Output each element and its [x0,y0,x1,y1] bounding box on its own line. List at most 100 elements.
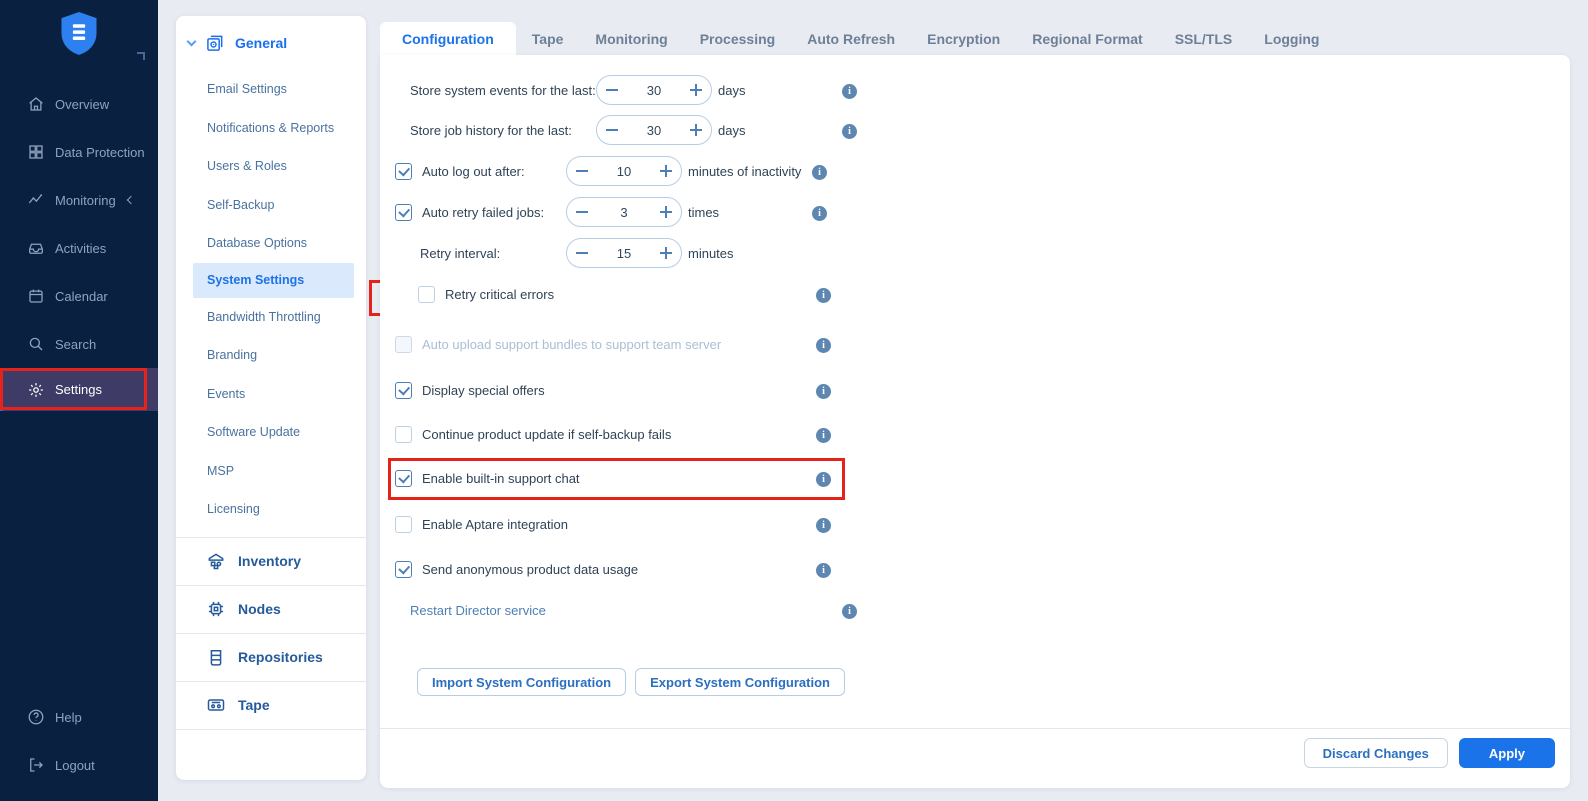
increment-button[interactable] [681,76,711,104]
chevron-left-icon[interactable] [126,196,134,204]
subnav-item-email-settings[interactable]: Email Settings [176,70,366,109]
sidebar-item-help[interactable]: Help [0,693,158,741]
subnav-item-bandwidth-throttling[interactable]: Bandwidth Throttling [176,298,366,337]
subnav-item-system-settings[interactable]: System Settings [193,263,354,298]
sidebar-item-label: Calendar [55,289,108,304]
tab-logging[interactable]: Logging [1248,22,1335,55]
increment-button[interactable] [651,239,681,267]
subnav-item-branding[interactable]: Branding [176,336,366,375]
row-display-special-offers: Display special offers [395,375,1230,405]
subnav-item-self-backup[interactable]: Self-Backup [176,186,366,225]
sidebar-item-data-protection[interactable]: Data Protection [0,128,158,176]
stepper-value[interactable]: 30 [627,83,681,98]
export-config-button[interactable]: Export System Configuration [635,668,845,696]
subnav-item-users-roles[interactable]: Users & Roles [176,147,366,186]
sidebar-item-calendar[interactable]: Calendar [0,272,158,320]
tab-auto-refresh[interactable]: Auto Refresh [791,22,911,55]
auto-retry-stepper[interactable]: 3 [566,197,682,227]
tab-ssl-tls[interactable]: SSL/TLS [1159,22,1249,55]
decrement-button[interactable] [567,239,597,267]
sidebar-item-monitoring[interactable]: Monitoring [0,176,158,224]
info-icon[interactable] [816,563,831,578]
subnav-item-msp[interactable]: MSP [176,452,366,491]
row-enable-support-chat: Enable built-in support chat [395,463,1230,493]
restart-director-link[interactable]: Restart Director service [410,603,546,618]
row-enable-aptare: Enable Aptare integration [395,509,1230,539]
increment-button[interactable] [681,116,711,144]
stepper-value[interactable]: 30 [627,123,681,138]
subnav-section-general[interactable]: General [176,16,366,56]
decrement-button[interactable] [597,76,627,104]
sidebar-collapse-icon[interactable] [137,52,145,60]
store-events-stepper[interactable]: 30 [596,75,712,105]
apply-button[interactable]: Apply [1459,738,1555,768]
subnav-section-tape[interactable]: Tape [176,681,366,729]
subnav-section-inventory[interactable]: Inventory [176,537,366,585]
increment-button[interactable] [651,198,681,226]
tab-tape[interactable]: Tape [516,22,580,55]
auto-logout-checkbox[interactable] [395,163,412,180]
sidebar-item-logout[interactable]: Logout [0,741,158,789]
subnav-section-label: Nodes [238,601,281,617]
sidebar-item-label: Settings [55,382,102,397]
info-icon[interactable] [816,338,831,353]
unit-label: minutes [688,246,734,261]
anonymous-data-checkbox[interactable] [395,561,412,578]
retry-critical-checkbox[interactable] [418,286,435,303]
info-icon[interactable] [812,165,827,180]
continue-update-checkbox[interactable] [395,426,412,443]
inventory-icon [206,551,238,571]
stepper-value[interactable]: 15 [597,246,651,261]
subnav-section-label: General [235,35,287,51]
field-label: Enable built-in support chat [422,471,580,486]
field-label: Store system events for the last: [410,83,596,98]
sidebar-item-activities[interactable]: Activities [0,224,158,272]
discard-changes-button[interactable]: Discard Changes [1304,738,1448,768]
subnav-section-repositories[interactable]: Repositories [176,633,366,681]
settings-tab-bar: Configuration Tape Monitoring Processing… [380,22,1335,55]
info-icon[interactable] [842,84,857,99]
info-icon[interactable] [842,124,857,139]
special-offers-checkbox[interactable] [395,382,412,399]
info-icon[interactable] [816,428,831,443]
tab-configuration[interactable]: Configuration [380,22,516,55]
tab-processing[interactable]: Processing [684,22,791,55]
gear-icon [27,381,45,399]
retry-interval-stepper[interactable]: 15 [566,238,682,268]
job-history-stepper[interactable]: 30 [596,115,712,145]
info-icon[interactable] [816,288,831,303]
app-logo[interactable] [0,10,158,61]
subnav-item-database-options[interactable]: Database Options [176,224,366,263]
stepper-value[interactable]: 10 [597,164,651,179]
info-icon[interactable] [812,206,827,221]
info-icon[interactable] [816,472,831,487]
info-icon[interactable] [816,384,831,399]
auto-logout-stepper[interactable]: 10 [566,156,682,186]
info-icon[interactable] [842,604,857,619]
sidebar-item-settings[interactable]: Settings [0,368,158,411]
support-chat-checkbox[interactable] [395,470,412,487]
sidebar-item-overview[interactable]: Overview [0,80,158,128]
tab-regional-format[interactable]: Regional Format [1016,22,1158,55]
subnav-item-licensing[interactable]: Licensing [176,490,366,529]
decrement-button[interactable] [567,157,597,185]
tab-monitoring[interactable]: Monitoring [579,22,683,55]
row-retry-critical-errors: Retry critical errors [418,279,1230,309]
increment-button[interactable] [651,157,681,185]
import-config-button[interactable]: Import System Configuration [417,668,626,696]
subnav-item-notifications-reports[interactable]: Notifications & Reports [176,109,366,148]
decrement-button[interactable] [567,198,597,226]
stepper-value[interactable]: 3 [597,205,651,220]
subnav-item-software-update[interactable]: Software Update [176,413,366,452]
auto-retry-checkbox[interactable] [395,204,412,221]
tab-encryption[interactable]: Encryption [911,22,1016,55]
subnav-item-events[interactable]: Events [176,375,366,414]
aptare-checkbox[interactable] [395,516,412,533]
subnav-section-nodes[interactable]: Nodes [176,585,366,633]
configuration-panel: Store system events for the last: 30 day… [380,55,1570,788]
sidebar-item-search[interactable]: Search [0,320,158,368]
info-icon[interactable] [816,518,831,533]
sidebar-footer: Help Logout [0,693,158,789]
decrement-button[interactable] [597,116,627,144]
field-label: Retry interval: [420,246,500,261]
